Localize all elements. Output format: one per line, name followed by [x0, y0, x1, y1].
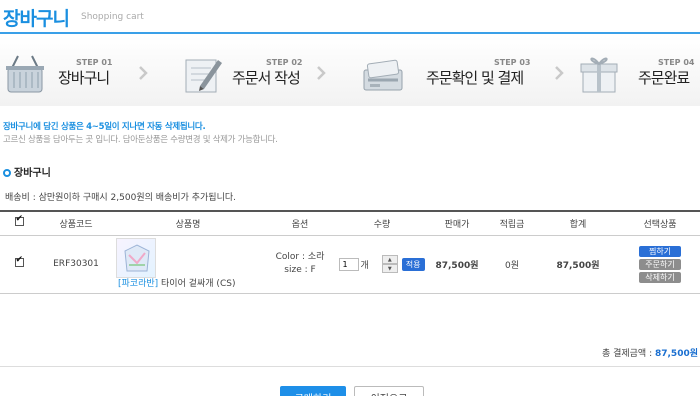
cart-expiry-notice: 장바구니에 담긴 상품은 4~5일이 지나면 자동 삭제됩니다. — [3, 122, 206, 132]
step-label: 주문완료 — [638, 69, 690, 87]
table-row: ERF30301 [파코라반] 타이어 겉싸개 (CS) Color : 소라 … — [0, 235, 700, 294]
col-header-name: 상품명 — [114, 210, 262, 236]
wishlist-button[interactable]: 찜하기 — [639, 245, 681, 257]
reward-points: 0원 — [488, 235, 536, 294]
col-header-total: 합계 — [536, 210, 620, 236]
page-header: 장바구니 Shopping cart — [0, 0, 700, 34]
chevron-right-icon — [139, 66, 148, 80]
order-total-value: 87,500원 — [654, 349, 698, 359]
product-image — [124, 243, 150, 271]
buy-button[interactable]: 구매하기 — [280, 386, 346, 396]
col-header-code: 상품코드 — [38, 210, 114, 236]
product-brand: [파코라반] — [118, 278, 159, 289]
step-number: STEP 03 — [494, 58, 531, 67]
page-subtitle: Shopping cart — [81, 12, 144, 22]
step-label: 주문확인 및 결제 — [426, 69, 524, 87]
step-complete: STEP 04 주문완료 — [578, 36, 698, 106]
bullet-circle-icon — [3, 169, 11, 177]
row-checkbox[interactable] — [14, 255, 24, 267]
section-title: 장바구니 — [3, 164, 51, 179]
qty-up-button[interactable]: ▲ — [381, 255, 398, 264]
product-name: 타이어 겉싸개 (CS) — [161, 278, 236, 289]
checkout-steps: STEP 01 장바구니 STEP 02 주문서 작성 STEP 03 주문확인… — [0, 36, 700, 106]
option-color: Color : 소라 — [275, 252, 325, 262]
payment-card-icon — [363, 59, 403, 91]
shipping-note: 배송비 : 삼만원이하 구매시 2,500원의 배송비가 추가됩니다. — [5, 193, 236, 203]
delete-item-button[interactable]: 삭제하기 — [639, 271, 681, 283]
previous-button[interactable]: 이전으로 — [354, 386, 424, 396]
product-name-link[interactable]: [파코라반] 타이어 겉싸개 (CS) — [118, 278, 238, 291]
qty-down-button[interactable]: ▼ — [381, 264, 398, 273]
quantity-input[interactable] — [339, 257, 360, 271]
basket-icon — [6, 55, 44, 93]
option-size: size : F — [284, 265, 316, 275]
chevron-right-icon — [555, 66, 564, 80]
select-all-checkbox[interactable] — [14, 214, 24, 227]
page-title: 장바구니 — [3, 8, 70, 30]
step-label: 주문서 작성 — [232, 69, 301, 87]
col-header-qty: 수량 — [338, 210, 426, 236]
cart-table: 상품코드 상품명 옵션 수량 판매가 적립금 합계 선택상품 ERF30301 — [0, 210, 700, 294]
unit-price: 87,500원 — [426, 235, 488, 294]
step-label: 장바구니 — [58, 69, 110, 87]
product-code: ERF30301 — [38, 235, 114, 294]
table-header-row: 상품코드 상품명 옵션 수량 판매가 적립금 합계 선택상품 — [0, 210, 700, 236]
pencil-form-icon — [185, 59, 222, 93]
col-header-option: 옵션 — [262, 210, 338, 236]
order-item-button[interactable]: 주문하기 — [639, 258, 681, 270]
col-header-price: 판매가 — [426, 210, 488, 236]
gift-box-icon — [580, 57, 618, 93]
step-number: STEP 04 — [658, 58, 695, 67]
order-total: 총 결제금액 : 87,500원 — [602, 346, 698, 359]
quantity-unit: 개 — [360, 260, 369, 271]
step-number: STEP 02 — [266, 58, 303, 67]
col-header-actions: 선택상품 — [620, 210, 700, 236]
chevron-right-icon — [317, 66, 326, 80]
step-number: STEP 01 — [76, 58, 113, 67]
step-cart: STEP 01 장바구니 — [4, 36, 144, 106]
apply-qty-button[interactable]: 적용 — [401, 257, 425, 271]
order-total-label: 총 결제금액 : — [601, 349, 653, 359]
step-confirm-payment: STEP 03 주문확인 및 결제 — [362, 36, 542, 106]
cart-help-text: 고르신 상품을 담아두는 곳 입니다. 담아둔상품은 수량변경 및 삭제가 가능… — [3, 135, 278, 145]
line-total: 87,500원 — [536, 235, 620, 294]
col-header-points: 적립금 — [488, 210, 536, 236]
divider — [0, 366, 700, 367]
product-thumbnail[interactable] — [116, 237, 156, 278]
